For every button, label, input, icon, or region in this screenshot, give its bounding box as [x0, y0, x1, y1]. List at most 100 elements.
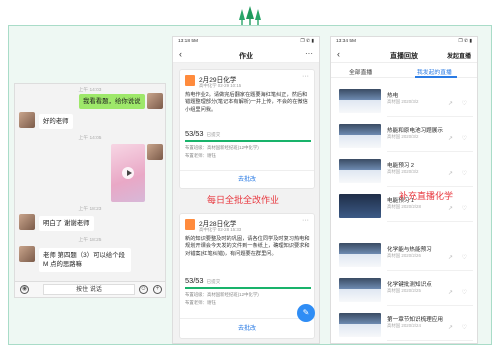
replay-item[interactable]: 电能预习 2 高材国 2020/3/2 ↗ ♡	[339, 159, 473, 187]
like-icon[interactable]: ♡	[462, 205, 467, 212]
homework-card[interactable]: 2月28日化学 高中化学 02-28 15:33 ··· 新的知识要整及时的巩固…	[179, 213, 315, 339]
tab-bar: 全部直播 我发起的直播	[331, 64, 477, 78]
status-icons: ❐ ✆ ▮	[300, 39, 314, 44]
like-icon[interactable]: ♡	[462, 254, 467, 261]
like-icon[interactable]: ♡	[462, 170, 467, 177]
divider	[387, 186, 473, 187]
trees-logo-icon	[239, 6, 261, 25]
avatar[interactable]	[19, 246, 35, 262]
divider	[387, 270, 473, 271]
replay-meta: 高材国 2020/2/24	[387, 323, 421, 328]
video-thumbnail[interactable]	[339, 124, 381, 148]
like-icon[interactable]: ♡	[462, 100, 467, 107]
share-icon[interactable]: ↗	[448, 254, 453, 261]
grade-button[interactable]: 去批改	[180, 318, 314, 338]
replay-title: 热电	[387, 93, 399, 99]
video-thumbnail[interactable]	[339, 243, 381, 267]
video-thumbnail[interactable]	[339, 194, 381, 218]
tab-indicator	[415, 76, 457, 78]
divider	[387, 340, 473, 341]
card-more-icon[interactable]: ···	[302, 73, 309, 80]
card-info-class: 布置班级：高材国新经纪班(12中化学)	[185, 145, 259, 150]
progress-fill	[185, 287, 311, 289]
play-icon[interactable]	[122, 167, 134, 179]
card-body: 新的知识要整及时的巩固，请各位同学及时复习热电和规划开课会今天发的文件到一条纸上…	[185, 236, 310, 257]
tab-my-live[interactable]: 我发起的直播	[417, 67, 452, 76]
edit-fab-button[interactable]: ✎	[297, 304, 315, 322]
replay-meta: 高材国 2020/3/2	[387, 169, 419, 174]
share-icon[interactable]: ↗	[448, 100, 453, 107]
video-message[interactable]	[111, 144, 145, 202]
replay-meta: 高材国 2020/2/25	[387, 288, 421, 293]
avatar[interactable]	[19, 214, 35, 230]
homework-card[interactable]: 2月29日化学 高中化学 02-29 10:15 ··· 热电作业2。请做完后翻…	[179, 69, 315, 189]
page-title: 作业	[239, 53, 253, 60]
video-thumbnail[interactable]	[339, 159, 381, 183]
timestamp: 上午 14:05	[78, 136, 102, 141]
replay-item[interactable]: 第一章节知识梳理应用 高材国 2020/2/24 ↗ ♡	[339, 313, 473, 341]
timestamp: 上午 18:25	[78, 238, 102, 243]
timestamp: 上午 14:03	[78, 88, 102, 93]
status-bar: 13:34 5M ❐ ✆ ▮	[331, 37, 477, 47]
divider	[387, 221, 473, 222]
share-icon[interactable]: ↗	[448, 170, 453, 177]
replay-title: 化学能与热能预习	[387, 247, 432, 253]
voice-icon[interactable]: ◉	[20, 285, 29, 294]
video-thumbnail[interactable]	[339, 313, 381, 337]
share-icon[interactable]: ↗	[448, 324, 453, 331]
replay-meta: 高材国 2020/2/26	[387, 253, 421, 258]
avatar[interactable]	[147, 93, 163, 109]
emoji-icon[interactable]: ☺	[139, 285, 148, 294]
timestamp: 上午 18:23	[78, 207, 102, 212]
replay-meta: 高材国 2020/3/2	[387, 99, 419, 104]
share-icon[interactable]: ↗	[448, 289, 453, 296]
divider	[387, 305, 473, 306]
avatar[interactable]	[19, 112, 35, 128]
progress-fill	[185, 140, 311, 142]
nav-bar: ‹ 作业 ···	[173, 47, 319, 63]
replay-meta: 高材国 2020/3/2	[387, 134, 419, 139]
more-icon[interactable]: ···	[305, 49, 313, 58]
chat-input-bar: ◉ 按住 说话 ☺ +	[15, 281, 165, 297]
replay-title: 热能和原电池习题展示	[387, 128, 443, 134]
chat-bubble-me[interactable]: 我看看题，给你说说	[79, 94, 145, 109]
replay-item[interactable]: 化学键批测知识点 高材国 2020/2/25 ↗ ♡	[339, 278, 473, 306]
book-icon	[185, 75, 195, 86]
replay-item[interactable]: 热电 高材国 2020/3/2 ↗ ♡	[339, 89, 473, 117]
grade-button[interactable]: 去批改	[180, 170, 314, 188]
card-body: 热电作业2。请做完后翻家在题要海红笔纠正，然后和错题整理部分(笔记本有解析)一并…	[185, 92, 308, 113]
replay-title: 第一章节知识梳理应用	[387, 317, 443, 323]
replay-item[interactable]: 热能和原电池习题展示 高材国 2020/3/2 ↗ ♡	[339, 124, 473, 152]
chat-bubble-other[interactable]: 老师 第四题（3）可以给个段 M 点的思路嘛	[39, 248, 131, 272]
replay-item[interactable]: 化学能与热能预习 高材国 2020/2/26 ↗ ♡	[339, 243, 473, 271]
submission-count: 53/53 已提交	[185, 129, 221, 138]
plus-icon[interactable]: +	[153, 285, 162, 294]
tab-all-live[interactable]: 全部直播	[349, 67, 372, 76]
video-thumbnail[interactable]	[339, 89, 381, 113]
live-replay-panel: 13:34 5M ❐ ✆ ▮ ‹ 直播回放 发起直播 全部直播 我发起的直播 热…	[330, 36, 478, 344]
card-info-teacher: 布置老师：谢钰	[185, 153, 216, 158]
start-live-button[interactable]: 发起直播	[447, 51, 471, 60]
status-time: 13:18 5M	[178, 39, 199, 44]
chat-bubble-other[interactable]: 好的老师	[39, 114, 73, 129]
caption: 补充直播化学	[399, 191, 454, 201]
replay-title: 电能预习 2	[387, 163, 415, 169]
card-more-icon[interactable]: ···	[302, 217, 309, 224]
card-info-teacher: 布置老师：谢钰	[185, 300, 216, 305]
submission-count: 53/53 已提交	[185, 276, 221, 285]
like-icon[interactable]: ♡	[462, 289, 467, 296]
like-icon[interactable]: ♡	[462, 324, 467, 331]
like-icon[interactable]: ♡	[462, 135, 467, 142]
video-thumbnail[interactable]	[339, 278, 381, 302]
divider	[387, 116, 473, 117]
card-meta: 高中化学 02-29 10:15	[199, 83, 242, 88]
divider	[387, 151, 473, 152]
share-icon[interactable]: ↗	[448, 135, 453, 142]
book-icon	[185, 219, 195, 230]
progress-bar	[185, 287, 311, 289]
nav-bar: ‹ 直播回放 发起直播	[331, 47, 477, 63]
chat-bubble-other[interactable]: 明白了 谢谢老师	[39, 216, 94, 231]
hold-to-talk-button[interactable]: 按住 说话	[43, 284, 135, 295]
avatar[interactable]	[147, 144, 163, 160]
share-icon[interactable]: ↗	[448, 205, 453, 212]
